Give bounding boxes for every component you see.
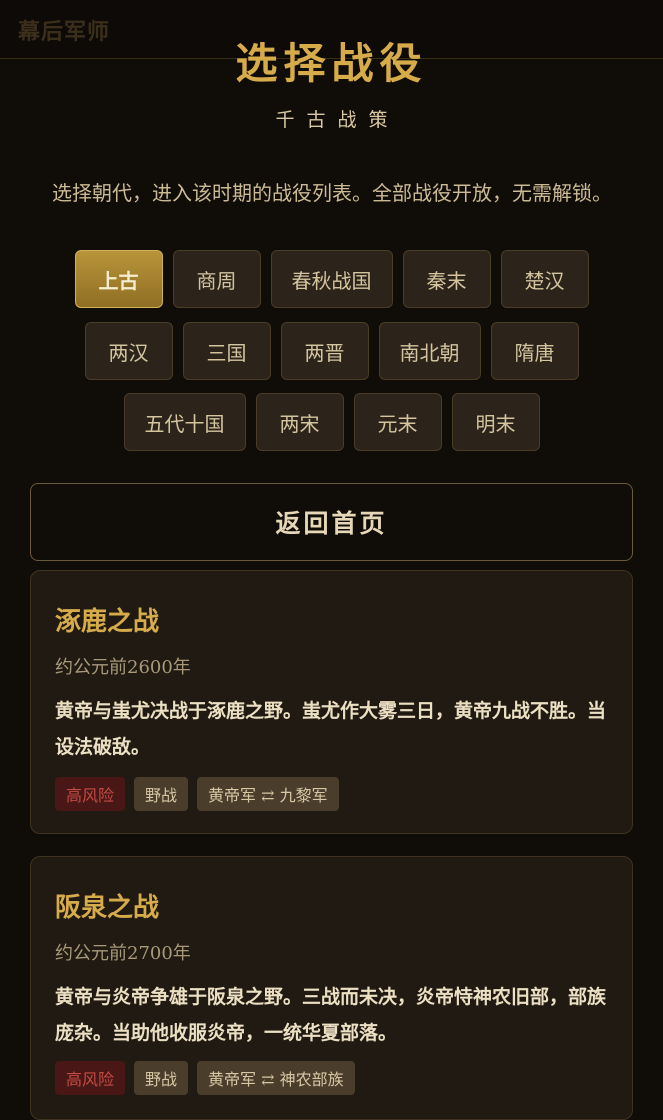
battle-name: 阪泉之战 [55,893,160,923]
back-home-button[interactable]: 返回首页 [30,483,633,561]
battle-type-badge: 野战 [134,1061,189,1095]
dynasty-button-yuanmo[interactable]: 元末 [353,393,442,451]
page-subtitle: 千古战策 [275,109,400,131]
dynasty-row-3: 五代十国 两宋 元末 明末 [0,393,663,451]
battle-sides-badge: 黄帝军 ⇄ 九黎军 [197,777,339,811]
dynasty-button-shangzhou[interactable]: 商周 [172,250,261,308]
dynasty-button-sanguo[interactable]: 三国 [182,322,271,380]
battle-description: 黄帝与炎帝争雄于阪泉之野。三战而未决，炎帝恃神农旧部，部族庞杂。当助他收服炎帝，… [55,986,607,1044]
battle-type-badge: 野战 [134,777,189,811]
dynasty-button-nanbeichao[interactable]: 南北朝 [378,322,481,380]
intro-text: 选择朝代，进入该时期的战役列表。全部战役开放，无需解锁。 [52,181,612,205]
dynasty-button-liangjin[interactable]: 两晋 [280,322,369,380]
battle-tags: 高风险 野战 黄帝军 ⇄ 神农部族 [55,1061,364,1095]
dynasty-button-wudai-shiguo[interactable]: 五代十国 [123,393,246,451]
risk-badge: 高风险 [55,777,126,811]
battle-sides-badge: 黄帝军 ⇄ 神农部族 [197,1061,355,1095]
dynasty-button-chunqiu-zhanguo[interactable]: 春秋战国 [270,250,393,308]
dynasty-row-1: 上古 商周 春秋战国 秦末 楚汉 [0,250,663,308]
risk-badge: 高风险 [55,1061,126,1095]
dynasty-button-chuhan[interactable]: 楚汉 [500,250,589,308]
battle-card-zhuolu[interactable]: 涿鹿之战 约公元前2600年 黄帝与蚩尤决战于涿鹿之野。蚩尤作大雾三日，黄帝九战… [30,570,633,834]
battle-name: 涿鹿之战 [55,607,160,637]
dynasty-button-shanggu[interactable]: 上古 [74,250,163,308]
dynasty-button-lianghan[interactable]: 两汉 [84,322,173,380]
dynasty-button-qinmo[interactable]: 秦末 [402,250,491,308]
battle-description: 黄帝与蚩尤决战于涿鹿之野。蚩尤作大雾三日，黄帝九战不胜。当设法破敌。 [55,700,607,758]
dynasty-button-mingmo[interactable]: 明末 [451,393,540,451]
dynasty-button-suitang[interactable]: 隋唐 [490,322,579,380]
dynasty-button-liangsong[interactable]: 两宋 [255,393,344,451]
battle-card-banquan[interactable]: 阪泉之战 约公元前2700年 黄帝与炎帝争雄于阪泉之野。三战而未决，炎帝恃神农旧… [30,856,633,1120]
battle-date: 约公元前2700年 [55,943,191,964]
battle-date: 约公元前2600年 [55,657,191,678]
dynasty-row-2: 两汉 三国 两晋 南北朝 隋唐 [0,322,663,380]
battle-tags: 高风险 野战 黄帝军 ⇄ 九黎军 [55,777,348,811]
page-title: 选择战役 [235,39,428,88]
